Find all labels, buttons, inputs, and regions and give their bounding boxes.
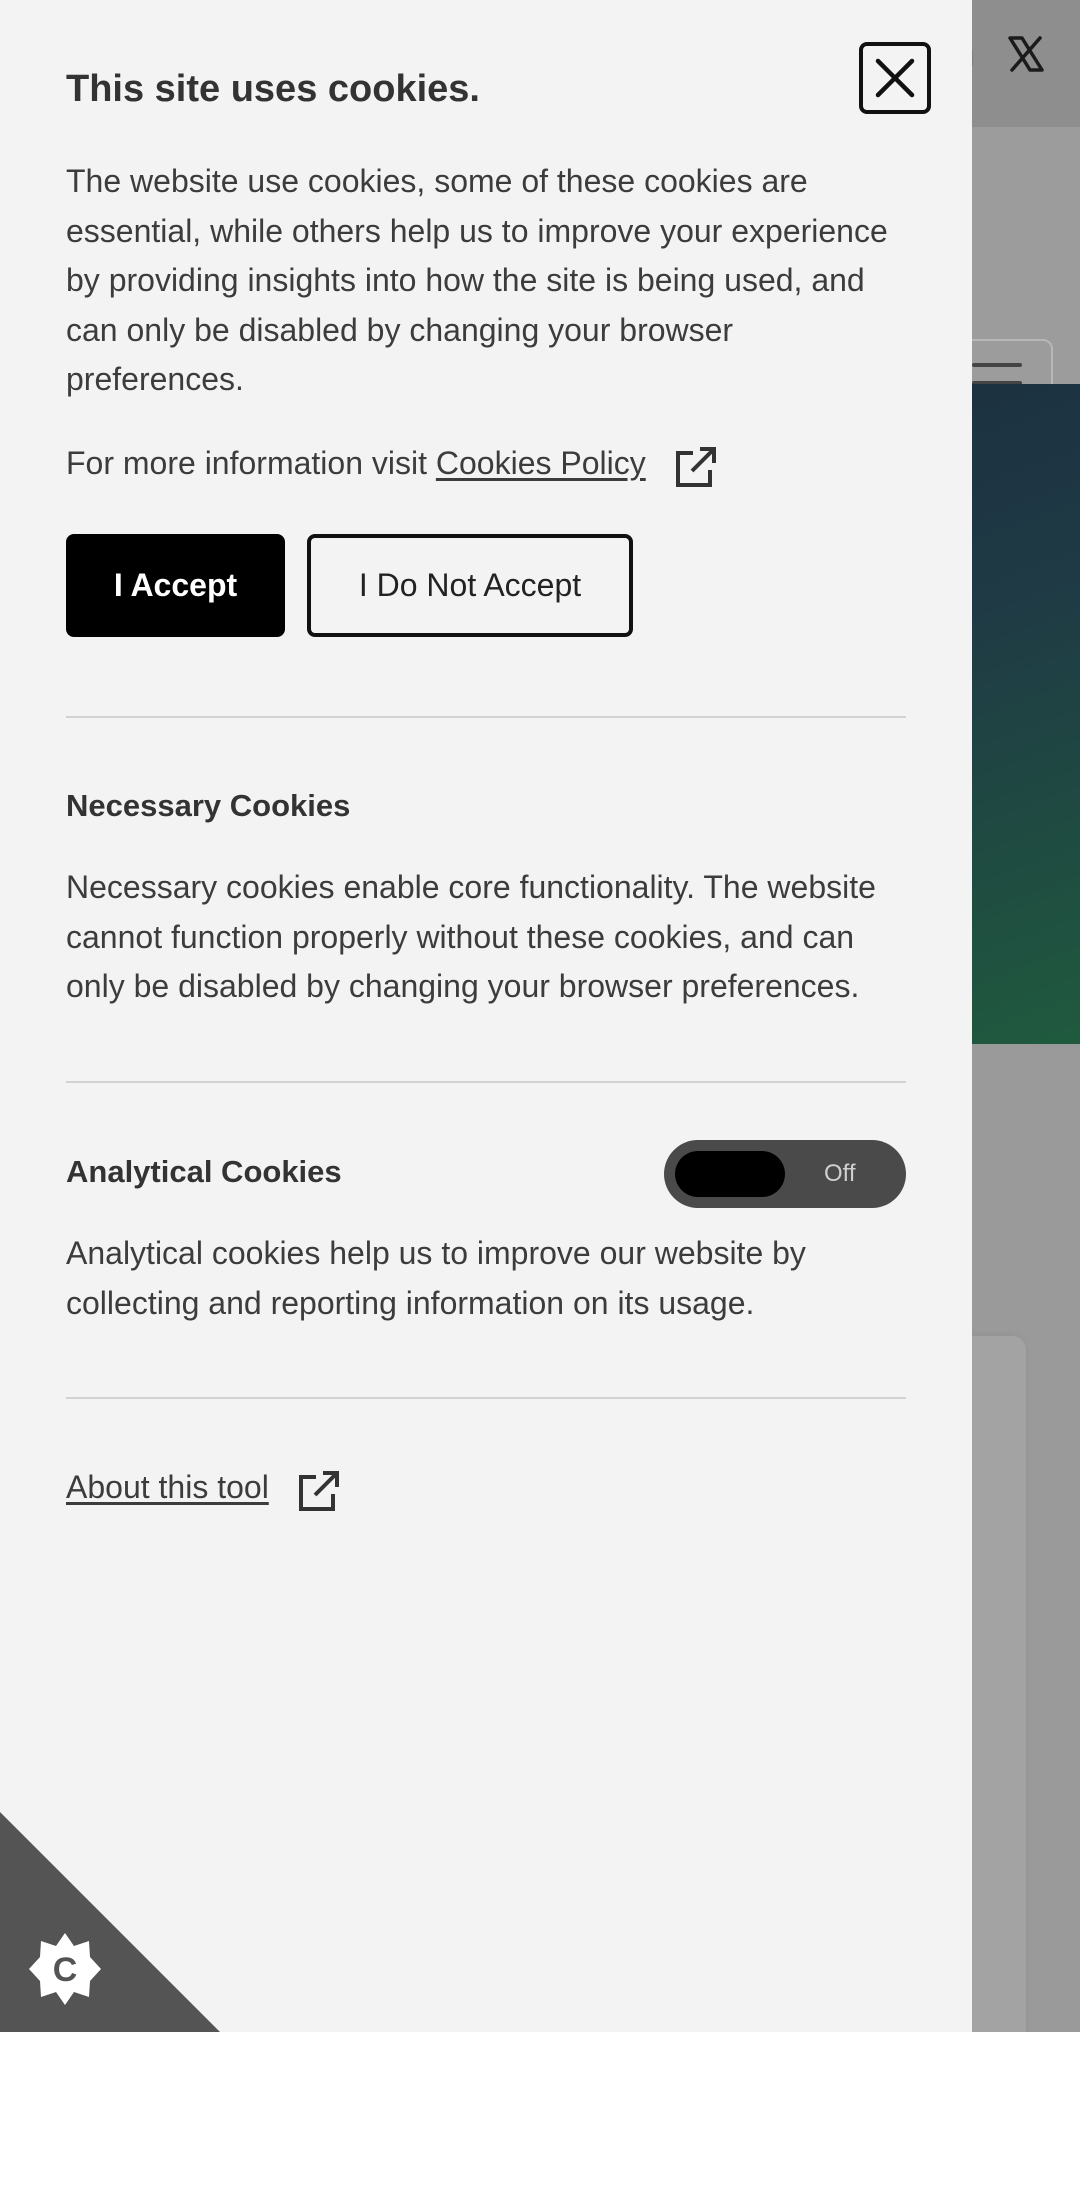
necessary-cookies-title: Necessary Cookies [66, 788, 351, 823]
divider [66, 1397, 906, 1399]
analytical-cookies-text: Analytical cookies help us to improve ou… [66, 1235, 806, 1321]
cookie-consent-panel: This site uses cookies. The website use … [0, 0, 972, 2032]
cookie-settings-badge[interactable]: C [0, 1812, 220, 2032]
external-link-icon[interactable] [296, 1468, 342, 1514]
cookie-badge-letter: C [53, 1951, 78, 1989]
more-info-line: For more information visit Cookies Polic… [66, 438, 719, 490]
analytical-cookies-toggle[interactable]: Off [664, 1140, 906, 1208]
cookie-settings-icon: C [0, 1812, 220, 2032]
divider [66, 1081, 906, 1083]
toggle-state-label: Off [824, 1160, 856, 1187]
close-icon [875, 58, 915, 98]
panel-title: This site uses cookies. [66, 68, 480, 110]
intro-text: The website use cookies, some of these c… [66, 163, 888, 397]
external-link-icon[interactable] [673, 444, 719, 490]
toggle-knob [675, 1151, 785, 1197]
divider [66, 716, 906, 718]
about-line: About this tool [66, 1462, 342, 1514]
analytical-cookies-title: Analytical Cookies [66, 1154, 342, 1189]
cookies-policy-link[interactable]: Cookies Policy [436, 445, 646, 481]
decline-button[interactable]: I Do Not Accept [307, 534, 633, 637]
necessary-cookies-text: Necessary cookies enable core functional… [66, 869, 876, 1004]
close-button[interactable] [859, 42, 931, 114]
about-tool-link[interactable]: About this tool [66, 1469, 269, 1505]
more-info-prefix: For more information visit [66, 445, 436, 481]
accept-button[interactable]: I Accept [66, 534, 285, 637]
x-logo-icon[interactable] [1006, 34, 1046, 74]
